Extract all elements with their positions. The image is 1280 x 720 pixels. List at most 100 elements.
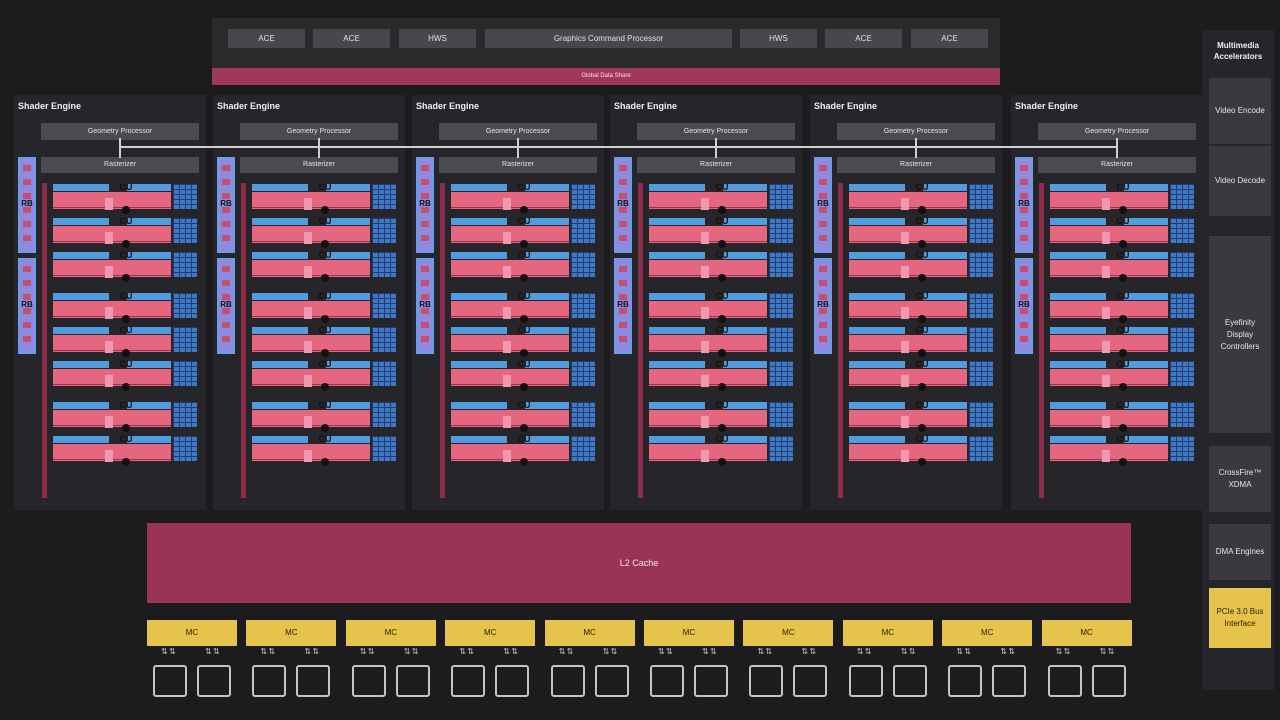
cu-simd	[451, 301, 569, 319]
cu-cell	[304, 341, 312, 353]
cu-dot	[1119, 349, 1127, 357]
rb-cell	[222, 179, 230, 185]
cu-cell	[901, 341, 909, 353]
cu-dot	[718, 274, 726, 282]
compute-unit: CU	[649, 434, 793, 466]
cu-label: CU	[318, 325, 332, 335]
compute-unit: CU	[252, 400, 396, 432]
memory-controller-10: MC	[1041, 620, 1132, 646]
cu-register-grid	[969, 252, 993, 277]
bus-arrow-icon: ⇅	[1099, 647, 1107, 656]
rail-drop	[517, 138, 519, 158]
cu-cell	[105, 416, 113, 428]
compute-unit: CU	[849, 291, 993, 323]
shader-engine-title: Shader Engine	[217, 101, 281, 111]
cu-dot	[718, 349, 726, 357]
compute-unit: CU	[1050, 325, 1194, 357]
cu-scheduler	[849, 361, 905, 368]
cu-simd	[649, 301, 767, 319]
cu-cell	[105, 341, 113, 353]
cu-scheduler	[53, 184, 109, 191]
cu-dot	[1119, 383, 1127, 391]
rb-cell	[819, 179, 827, 185]
cu-dot	[1119, 315, 1127, 323]
cu-register-grid	[372, 361, 396, 386]
cu-label: CU	[715, 182, 729, 192]
cu-dot	[520, 424, 528, 432]
cu-register-grid	[769, 436, 793, 461]
cu-cell	[1102, 266, 1110, 278]
cu-label: CU	[915, 359, 929, 369]
pcie-bus-interface: PCIe 3.0 Bus Interface	[1209, 588, 1271, 648]
cu-cell	[701, 198, 709, 210]
cu-cell	[105, 450, 113, 462]
rb-cell	[819, 221, 827, 227]
cu-label: CU	[119, 434, 133, 444]
rb-cell	[819, 235, 827, 241]
rb-label: RB	[617, 199, 629, 208]
render-backend-1: RB	[814, 157, 832, 253]
cu-dot	[520, 240, 528, 248]
cu-dot	[918, 424, 926, 432]
cu-cell	[503, 375, 511, 387]
compute-unit: CU	[252, 325, 396, 357]
cu-dot	[918, 206, 926, 214]
compute-unit: CU	[252, 291, 396, 323]
cu-dot	[321, 274, 329, 282]
cu-cell	[901, 198, 909, 210]
cu-simd	[252, 444, 370, 462]
cu-cell	[701, 375, 709, 387]
cu-dot	[1119, 206, 1127, 214]
rb-cell	[1020, 165, 1028, 171]
rb-label: RB	[21, 199, 33, 208]
compute-unit: CU	[649, 182, 793, 214]
cu-dot	[122, 274, 130, 282]
cu-cell	[701, 307, 709, 319]
ace-block-4: ACE	[911, 29, 988, 48]
cu-register-grid	[571, 361, 595, 386]
cu-simd	[451, 260, 569, 278]
bus-arrow-icon: ⇅	[602, 647, 610, 656]
cu-simd	[53, 335, 171, 353]
cu-cell	[1102, 198, 1110, 210]
cu-simd	[1050, 260, 1168, 278]
bus-arrow-icon: ⇅	[702, 647, 709, 656]
cu-scheduler	[649, 327, 705, 334]
cu-register-grid	[969, 184, 993, 209]
cu-dot	[1119, 458, 1127, 466]
cu-label: CU	[318, 182, 332, 192]
cu-label: CU	[318, 291, 332, 301]
memory-chip	[694, 665, 728, 697]
cu-register-grid	[571, 218, 595, 243]
cu-scheduler	[252, 218, 308, 225]
cu-cell	[1102, 416, 1110, 428]
rb-label: RB	[1018, 300, 1030, 309]
cu-simd	[1050, 369, 1168, 387]
compute-unit: CU	[252, 359, 396, 391]
cu-dot	[122, 349, 130, 357]
compute-unit: CU	[53, 434, 197, 466]
cu-group-bar	[638, 183, 643, 498]
cu-simd	[849, 192, 967, 210]
cu-label: CU	[119, 359, 133, 369]
cu-dot	[718, 383, 726, 391]
rb-cell	[23, 280, 31, 286]
compute-unit: CU	[849, 216, 993, 248]
bus-arrow-icon: ⇅	[1107, 647, 1115, 656]
cu-scheduler	[649, 184, 705, 191]
cu-register-grid	[1170, 402, 1194, 427]
cu-simd	[649, 260, 767, 278]
cu-register-grid	[1170, 327, 1194, 352]
cu-register-grid	[571, 402, 595, 427]
rasterizer: Rasterizer	[240, 157, 398, 173]
memory-chip	[197, 665, 231, 697]
cu-simd	[649, 192, 767, 210]
cu-simd	[649, 444, 767, 462]
rb-cell	[222, 280, 230, 286]
cu-dot	[520, 458, 528, 466]
cu-scheduler	[1050, 327, 1106, 334]
memory-chip	[495, 665, 530, 697]
rb-cell	[1020, 266, 1028, 272]
compute-unit: CU	[53, 291, 197, 323]
memory-chip	[153, 665, 187, 697]
